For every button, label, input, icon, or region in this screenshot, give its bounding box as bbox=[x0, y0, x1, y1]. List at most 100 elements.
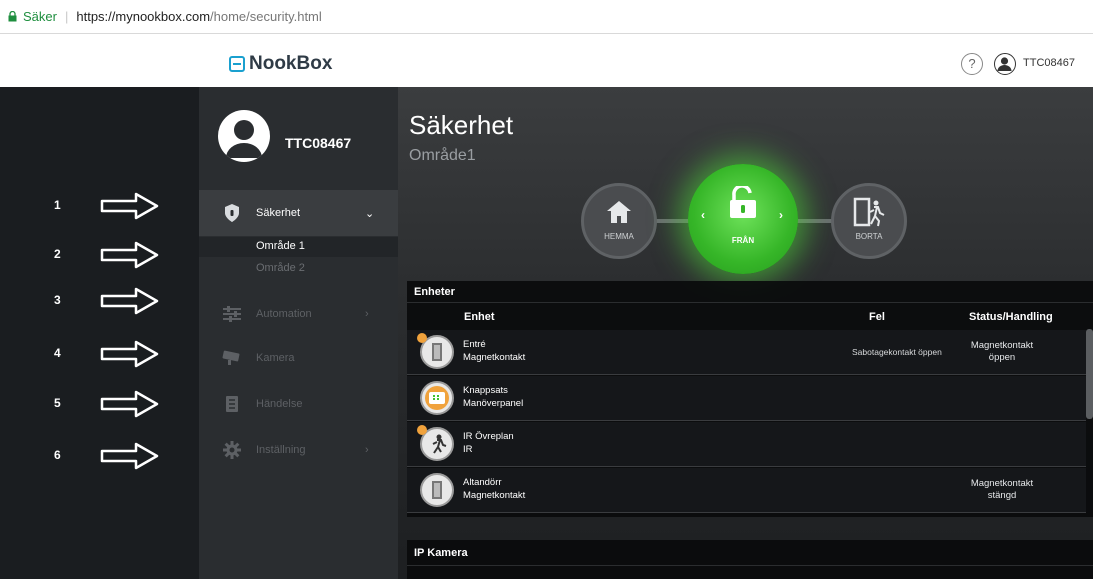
mode-hemma-button[interactable]: HEMMA bbox=[581, 183, 657, 259]
column-header-enhet[interactable]: Enhet bbox=[464, 311, 495, 329]
table-row[interactable]: IR Övreplan IR bbox=[407, 422, 1086, 467]
device-name: IR Övreplan bbox=[463, 431, 514, 442]
mode-label: HEMMA bbox=[604, 232, 634, 241]
device-status-line: Magnetkontakt bbox=[970, 478, 1034, 489]
keypad-icon bbox=[420, 381, 454, 415]
devices-panel-title: Enheter bbox=[407, 281, 1093, 303]
sidebar-item-kamera[interactable]: Kamera bbox=[199, 335, 398, 381]
mode-borta-button[interactable]: BORTA bbox=[831, 183, 907, 259]
main-content: Säkerhet Område1 HEMMA ‹ › FRÅN BORTA En… bbox=[398, 87, 1093, 579]
device-type: Magnetkontakt bbox=[463, 490, 526, 501]
sliders-icon bbox=[221, 303, 243, 325]
sidebar-item-label: Kamera bbox=[256, 352, 295, 364]
mode-label: BORTA bbox=[855, 232, 883, 241]
sidebar-item-label: Händelse bbox=[256, 398, 303, 410]
right-arrow-icon bbox=[100, 192, 159, 220]
device-fault: Sabotagekontakt öppen bbox=[852, 347, 942, 357]
lock-icon bbox=[8, 11, 17, 22]
column-header-fel[interactable]: Fel bbox=[869, 311, 885, 329]
unlock-icon bbox=[730, 186, 756, 218]
annotation-1: 1 bbox=[0, 188, 199, 228]
shield-icon bbox=[221, 202, 243, 224]
away-door-icon bbox=[853, 197, 885, 227]
alert-badge-icon bbox=[417, 333, 427, 343]
right-arrow-icon bbox=[100, 442, 159, 470]
nookbox-logo[interactable]: NookBox bbox=[229, 53, 332, 75]
annotation-number: 5 bbox=[54, 396, 61, 410]
devices-scrollbar[interactable] bbox=[1086, 329, 1093, 419]
device-name: Knappsats bbox=[463, 385, 508, 396]
sidebar-item-installning[interactable]: Inställning › bbox=[199, 427, 398, 473]
mode-fran-button[interactable]: ‹ › FRÅN bbox=[688, 164, 798, 274]
chevron-right-icon: › bbox=[365, 308, 369, 320]
device-status-line: öppen bbox=[988, 352, 1016, 363]
sidebar-item-label: Automation bbox=[256, 308, 312, 320]
help-button[interactable]: ? bbox=[961, 53, 983, 75]
top-header: NookBox ? TTC08467 bbox=[0, 35, 1093, 87]
device-status-line: stängd bbox=[987, 490, 1017, 501]
sidebar-subitem-label: Område 1 bbox=[256, 240, 305, 252]
ip-camera-panel-title: IP Kamera bbox=[407, 540, 1093, 566]
device-status: Magnetkontakt öppen bbox=[947, 340, 1057, 364]
door-contact-icon bbox=[420, 473, 454, 507]
user-account-icon[interactable] bbox=[994, 53, 1016, 75]
device-type: Manöverpanel bbox=[463, 398, 524, 409]
sidebar-item-automation[interactable]: Automation › bbox=[199, 291, 398, 337]
column-header-status[interactable]: Status/Handling bbox=[969, 311, 1053, 329]
device-status: Magnetkontakt stängd bbox=[947, 478, 1057, 502]
sidebar-item-label: Säkerhet bbox=[256, 207, 301, 219]
ip-camera-panel: IP Kamera bbox=[407, 540, 1093, 579]
chevron-down-icon: ⌄ bbox=[365, 207, 375, 220]
chevron-right-icon[interactable]: › bbox=[779, 208, 783, 222]
annotation-4: 4 bbox=[0, 336, 199, 376]
page-title: Säkerhet bbox=[409, 110, 514, 140]
annotation-number: 6 bbox=[54, 448, 61, 462]
sidebar-profile[interactable]: TTC08467 bbox=[199, 87, 398, 191]
device-type: IR bbox=[463, 444, 473, 455]
sidebar-subitem-omrade-1[interactable]: Område 1 bbox=[199, 237, 398, 257]
mode-label: FRÅN bbox=[731, 236, 755, 245]
device-type: Magnetkontakt bbox=[463, 352, 526, 363]
right-arrow-icon bbox=[100, 241, 159, 269]
chevron-right-icon: › bbox=[365, 444, 369, 456]
alert-badge-icon bbox=[417, 425, 427, 435]
annotation-number: 1 bbox=[54, 198, 61, 212]
annotation-6: 6 bbox=[0, 438, 199, 478]
address-separator: | bbox=[64, 9, 69, 24]
annotation-number: 2 bbox=[54, 247, 61, 261]
device-status-line: Magnetkontakt bbox=[970, 340, 1034, 351]
header-username[interactable]: TTC08467 bbox=[1023, 57, 1075, 69]
browser-address-bar[interactable]: Säker | https://mynookbox.com/home/secur… bbox=[0, 0, 1093, 34]
annotation-5: 5 bbox=[0, 386, 199, 426]
annotation-number: 3 bbox=[54, 293, 61, 307]
device-name: Entré bbox=[463, 339, 486, 350]
event-log-icon bbox=[221, 393, 243, 415]
table-row[interactable]: Knappsats Manöverpanel bbox=[407, 376, 1086, 421]
annotation-3: 3 bbox=[0, 283, 199, 323]
right-arrow-icon bbox=[100, 340, 159, 368]
table-row[interactable]: Entré Magnetkontakt Sabotagekontakt öppe… bbox=[407, 330, 1086, 375]
sidebar-subitem-omrade-2[interactable]: Område 2 bbox=[199, 259, 398, 279]
annotation-number: 4 bbox=[54, 346, 61, 360]
device-name: Altandörr bbox=[463, 477, 502, 488]
page-subtitle: Område1 bbox=[409, 147, 476, 164]
url-path[interactable]: /home/security.html bbox=[210, 9, 322, 24]
url-domain[interactable]: https://mynookbox.com bbox=[76, 9, 210, 24]
logo-text: NookBox bbox=[249, 53, 333, 74]
mode-connector bbox=[794, 219, 834, 223]
secure-label: Säker bbox=[23, 9, 57, 24]
sidebar-item-handelse[interactable]: Händelse bbox=[199, 381, 398, 427]
right-arrow-icon bbox=[100, 287, 159, 315]
camera-icon bbox=[221, 347, 243, 369]
sidebar-item-sakerhet[interactable]: Säkerhet ⌄ bbox=[199, 190, 398, 236]
chevron-left-icon[interactable]: ‹ bbox=[701, 208, 705, 222]
annotation-strip: 1 2 3 4 5 6 bbox=[0, 87, 199, 579]
sidebar-item-label: Inställning bbox=[256, 444, 306, 456]
home-icon bbox=[607, 201, 631, 223]
gear-icon bbox=[221, 439, 243, 461]
mode-connector bbox=[653, 219, 693, 223]
devices-panel: Enheter Enhet Fel Status/Handling Entré … bbox=[407, 281, 1093, 517]
profile-name: TTC08467 bbox=[285, 135, 352, 151]
table-row[interactable]: Altandörr Magnetkontakt Magnetkontakt st… bbox=[407, 468, 1086, 513]
sidebar: TTC08467 Säkerhet ⌄ Område 1 Område 2 Au… bbox=[199, 87, 398, 579]
